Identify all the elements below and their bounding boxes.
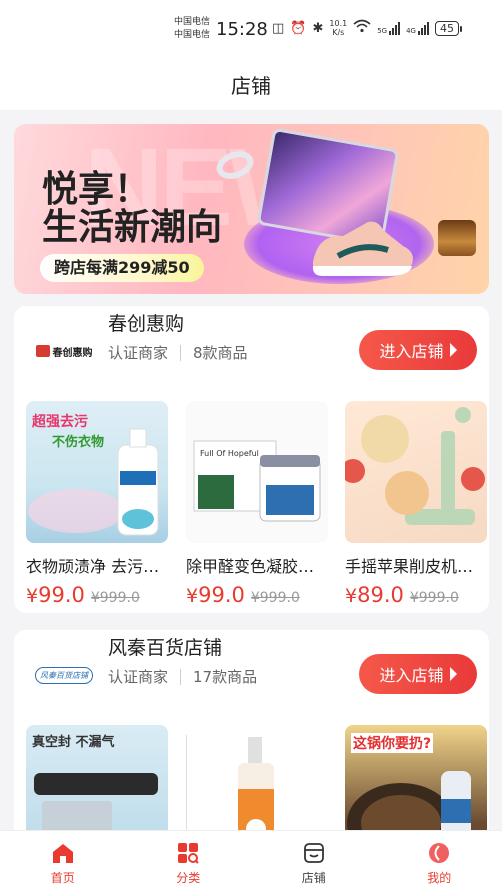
shop-logo: 风秦百货店铺	[26, 660, 102, 690]
shop-card: 春创惠购 春创惠购 认证商家 8款商品 进入店铺 超强去污 不伤衣物 衣物顽渍净…	[14, 306, 489, 613]
banner-promo-pill: 跨店每满299减50	[40, 254, 204, 282]
product-prices: ¥99.0 ¥999.0	[186, 583, 328, 607]
thumb-caption: Full Of Hopeful	[200, 449, 259, 458]
vacuum-sealer-image	[34, 773, 158, 840]
nav-item-home[interactable]: 首页	[0, 831, 126, 896]
product-image	[345, 401, 487, 543]
nav-label: 我的	[427, 870, 452, 885]
divider	[180, 668, 182, 685]
price-value: 99.0	[198, 583, 245, 607]
shop-name[interactable]: 风秦百货店铺	[108, 634, 222, 662]
sneaker-image	[312, 221, 413, 276]
shop-logo: 春创惠购	[26, 336, 102, 366]
home-icon	[51, 842, 75, 864]
product-price: ¥99.0	[26, 583, 85, 607]
wifi-icon	[353, 19, 371, 37]
currency-symbol: ¥	[345, 585, 358, 607]
product-image: Full Of Hopeful	[186, 401, 328, 543]
product-price: ¥89.0	[345, 583, 404, 607]
shop-meta: 认证商家 8款商品	[108, 342, 248, 363]
page-title: 店铺	[231, 73, 271, 98]
product-image: 超强去污 不伤衣物	[26, 401, 168, 543]
enter-shop-label: 进入店铺	[379, 666, 444, 685]
verified-badge: 认证商家	[108, 344, 169, 362]
original-price: ¥999.0	[250, 590, 300, 606]
product-name: 手摇苹果削皮机家用	[345, 557, 487, 576]
enter-shop-label: 进入店铺	[379, 342, 444, 361]
product-prices: ¥99.0 ¥999.0	[26, 583, 168, 607]
spray-bottle-image	[186, 735, 274, 840]
divider	[180, 344, 182, 361]
product-image: 这锅你要扔?	[345, 725, 487, 840]
product-image	[186, 725, 328, 840]
alarm-icon: ⏰	[290, 20, 307, 36]
net-speed-value: 10.1	[329, 19, 348, 28]
product-count: 8款商品	[193, 344, 248, 362]
banner-headline-2: 生活新潮向	[42, 207, 223, 248]
product-name: 除甲醛变色凝胶新房	[186, 557, 328, 576]
clock: 15:28	[216, 19, 268, 40]
product-item[interactable]: 真空封 不漏气	[26, 725, 168, 840]
product-item[interactable]: 超强去污 不伤衣物 衣物顽渍净 去污渍强力去除 ¥99.0 ¥999.0	[26, 401, 168, 607]
arrow-right-icon	[449, 343, 457, 357]
category-icon	[176, 842, 200, 864]
product-item[interactable]: 手摇苹果削皮机家用 ¥89.0 ¥999.0	[345, 401, 487, 607]
nav-label: 首页	[50, 870, 75, 885]
price-value: 99.0	[38, 583, 85, 607]
enter-shop-button[interactable]: 进入店铺	[359, 330, 477, 370]
original-price: ¥999.0	[90, 590, 140, 606]
shop-name[interactable]: 春创惠购	[108, 310, 184, 338]
price-value: 89.0	[357, 583, 404, 607]
bottom-nav: 首页 分类 店铺 我的	[0, 830, 502, 896]
gen-1: 5G	[377, 27, 388, 35]
product-prices: ¥89.0 ¥999.0	[345, 583, 487, 607]
nav-item-category[interactable]: 分类	[126, 831, 252, 896]
product-count: 17款商品	[193, 668, 258, 686]
pan-cleaner-image	[347, 771, 471, 840]
product-item[interactable]	[186, 725, 328, 840]
product-price: ¥99.0	[186, 583, 245, 607]
carrier-label: 中国电信 中国电信	[174, 16, 210, 42]
product-image: 真空封 不漏气	[26, 725, 168, 840]
gel-box-image	[193, 440, 321, 522]
currency-symbol: ¥	[26, 585, 39, 607]
shop-logo-text: 春创惠购	[52, 347, 93, 359]
product-item[interactable]: Full Of Hopeful 除甲醛变色凝胶新房 ¥99.0 ¥999.0	[186, 401, 328, 607]
arrow-right-icon	[449, 667, 457, 681]
banner-headline-1: 悦享！	[42, 169, 151, 210]
carrier-2: 中国电信	[174, 30, 211, 40]
original-price: ¥999.0	[409, 590, 459, 606]
currency-symbol: ¥	[186, 585, 199, 607]
profile-icon	[427, 842, 451, 864]
status-bar: 中国电信 中国电信 15:28 ◫ ⏰ ✱ 10.1 K/s 5G 4G 45	[0, 0, 502, 58]
nav-label: 店铺	[301, 870, 326, 885]
status-icons: ◫ ⏰ ✱ 10.1 K/s 5G 4G 45	[272, 19, 462, 37]
enter-shop-button[interactable]: 进入店铺	[359, 654, 477, 694]
bluetooth-icon: ✱	[312, 20, 324, 36]
page-header: 店铺	[0, 58, 502, 110]
nav-item-store[interactable]: 店铺	[251, 831, 377, 896]
carrier-1: 中国电信	[174, 17, 211, 27]
shop-meta: 认证商家 17款商品	[108, 666, 257, 687]
nav-label: 分类	[176, 870, 201, 885]
signal-icon-2: 4G	[406, 21, 429, 35]
store-icon	[302, 842, 326, 864]
signal-icon-1: 5G	[377, 21, 401, 35]
product-item[interactable]: 这锅你要扔?	[345, 725, 487, 840]
battery-icon: 45	[434, 20, 462, 36]
promo-banner[interactable]: NEW 悦享！ 生活新潮向 跨店每满299减50	[14, 124, 489, 294]
shop-logo-text: 风秦百货店铺	[35, 666, 93, 684]
product-name: 衣物顽渍净 去污渍强力去除	[26, 557, 168, 576]
detergent-bottle-image	[28, 428, 159, 536]
shop-card: 风秦百货店铺 风秦百货店铺 认证商家 17款商品 进入店铺 真空封 不漏气 这锅…	[14, 630, 489, 840]
apple-peeler-image	[345, 407, 485, 525]
nav-item-profile[interactable]: 我的	[377, 831, 502, 896]
cream-jar-image	[438, 220, 476, 256]
net-speed-unit: K/s	[332, 28, 345, 37]
nfc-icon: ◫	[272, 20, 285, 36]
net-speed: 10.1 K/s	[329, 19, 347, 37]
gen-2: 4G	[406, 27, 416, 35]
verified-badge: 认证商家	[108, 668, 169, 686]
